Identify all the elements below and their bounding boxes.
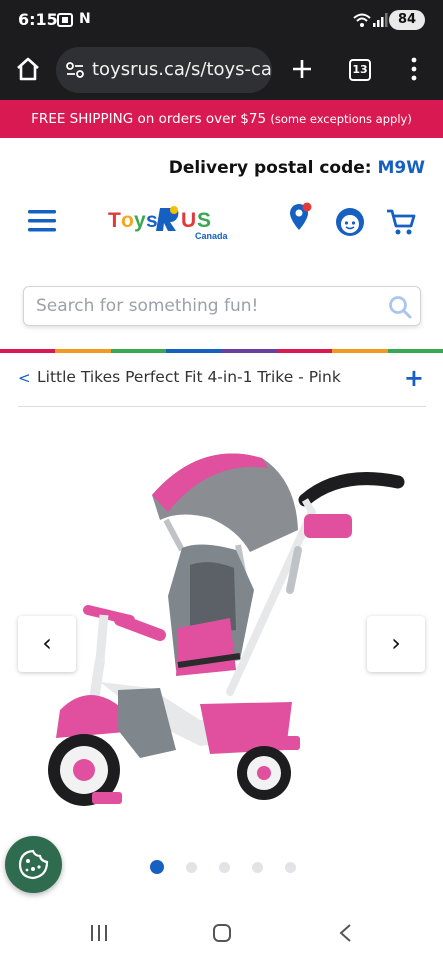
gallery-dot-1[interactable] bbox=[150, 860, 164, 874]
gallery-next-button[interactable]: › bbox=[367, 616, 425, 672]
wifi-icon bbox=[353, 13, 371, 27]
status-bar: 6:15 N 84 bbox=[0, 0, 443, 40]
search-icon[interactable] bbox=[388, 295, 412, 319]
breadcrumb-back-link[interactable]: < bbox=[18, 369, 31, 387]
clock: 6:15 bbox=[18, 10, 58, 29]
gallery-dot-4[interactable] bbox=[252, 861, 263, 873]
svg-text:S: S bbox=[197, 209, 211, 232]
account-icon[interactable] bbox=[334, 206, 366, 238]
gallery-dot-5[interactable] bbox=[285, 861, 296, 873]
svg-text:s: s bbox=[146, 209, 158, 232]
delivery-postal-code[interactable]: Delivery postal code: M9W bbox=[169, 158, 425, 178]
toysrus-logo[interactable]: T o y s U S Canada bbox=[108, 204, 232, 244]
logo-sub: Canada bbox=[195, 231, 229, 241]
svg-text:o: o bbox=[121, 209, 134, 232]
postal-label: Delivery postal code: bbox=[168, 158, 372, 178]
url-bar[interactable]: toysrus.ca/s/toys-ca... bbox=[56, 47, 272, 93]
android-navigation-bar bbox=[0, 905, 443, 960]
cart-icon[interactable] bbox=[386, 208, 416, 236]
gallery-dot-2[interactable] bbox=[186, 861, 197, 873]
rainbow-divider bbox=[0, 349, 443, 353]
search-input[interactable] bbox=[36, 292, 376, 320]
breadcrumb-expand-button[interactable]: + bbox=[404, 364, 424, 392]
url-text: toysrus.ca/s/toys-ca... bbox=[92, 59, 272, 80]
battery-indicator: 84 bbox=[389, 10, 425, 30]
back-button-icon[interactable] bbox=[338, 923, 352, 943]
recent-apps-icon[interactable] bbox=[90, 924, 108, 942]
screenshot-icon bbox=[57, 13, 73, 27]
breadcrumb-product-title: Little Tikes Perfect Fit 4-in-1 Trike - … bbox=[37, 368, 341, 386]
promo-text: FREE SHIPPING on orders over $75 bbox=[31, 111, 267, 127]
home-button-icon[interactable] bbox=[212, 923, 232, 943]
breadcrumb-divider bbox=[18, 406, 426, 407]
site-settings-icon[interactable] bbox=[66, 62, 84, 78]
breadcrumb: < Little Tikes Perfect Fit 4-in-1 Trike … bbox=[18, 364, 426, 392]
hamburger-menu-icon[interactable] bbox=[28, 210, 56, 232]
svg-text:T: T bbox=[108, 209, 121, 232]
n-app-icon: N bbox=[79, 11, 91, 27]
svg-text:U: U bbox=[181, 209, 196, 232]
gallery-dot-3[interactable] bbox=[219, 861, 230, 873]
home-icon[interactable] bbox=[15, 56, 41, 82]
tab-switcher-button[interactable]: 13 bbox=[349, 59, 371, 81]
free-shipping-banner[interactable]: FREE SHIPPING on orders over $75 (some e… bbox=[0, 100, 443, 138]
search-box[interactable] bbox=[23, 286, 421, 326]
store-locator-icon[interactable] bbox=[288, 202, 312, 232]
postal-code-value: M9W bbox=[377, 158, 426, 178]
svg-text:y: y bbox=[134, 209, 146, 232]
signal-icon bbox=[373, 13, 388, 27]
gallery-prev-button[interactable]: ‹ bbox=[18, 616, 76, 672]
cookie-settings-button[interactable] bbox=[5, 836, 62, 893]
cookie-icon bbox=[18, 849, 49, 880]
promo-note: (some exceptions apply) bbox=[270, 112, 412, 126]
new-tab-icon[interactable] bbox=[291, 58, 313, 80]
browser-toolbar: toysrus.ca/s/toys-ca... 13 bbox=[0, 40, 443, 100]
menu-kebab-icon[interactable] bbox=[410, 57, 418, 81]
gallery-pagination bbox=[150, 860, 296, 874]
